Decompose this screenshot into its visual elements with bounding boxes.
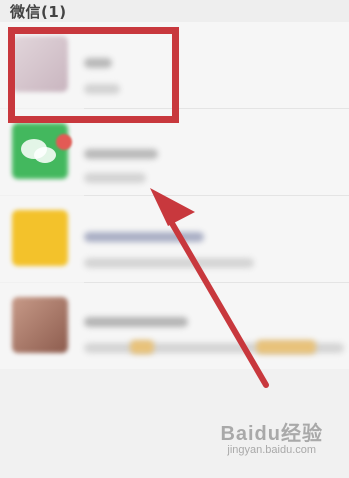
watermark-logo: Baidu经验 [220,423,323,445]
annotation-arrow [150,188,269,388]
watermark-url: jingyan.baidu.com [227,444,317,456]
watermark: Baidu经验 jingyan.baidu.com [220,417,323,456]
